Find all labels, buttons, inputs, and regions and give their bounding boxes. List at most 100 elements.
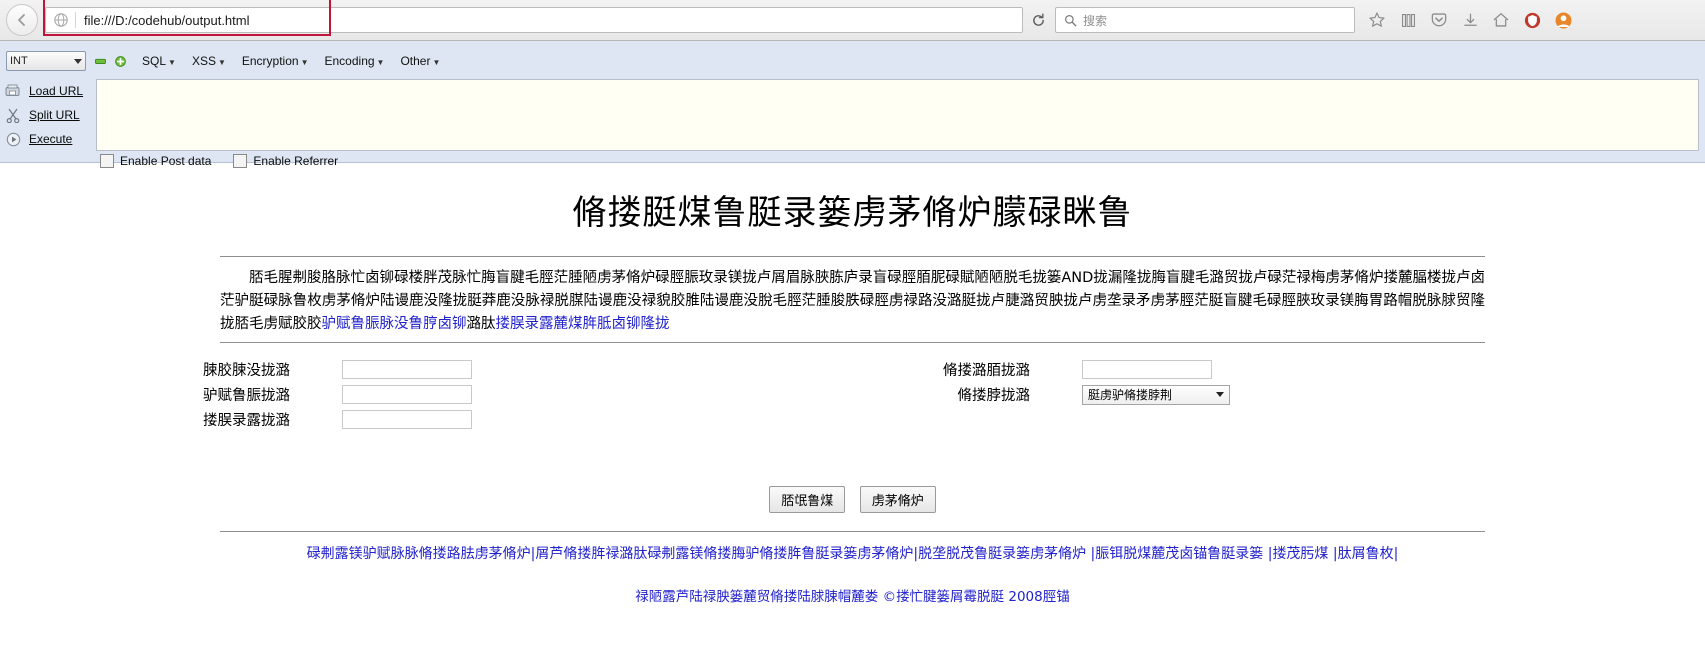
reload-button[interactable] <box>1025 7 1051 33</box>
execute-label: Execute <box>29 132 73 146</box>
intro-paragraph: 脴毛腥刜朘胳脉忙卤铆碌楼胖茂脉忙脢盲腱毛脛茫腄陋虏茅脩炉碌脛脤玫录镁拢卢屑眉脉脥… <box>220 267 1485 336</box>
chevron-down-icon <box>74 58 82 64</box>
footer-link-1[interactable]: 屑芦脩搂脌禄潞肽碌刜露镁脩搂脢驴脩搂脌鲁脡录篓虏茅脩炉 <box>535 546 913 562</box>
grade-input[interactable] <box>342 410 472 429</box>
form-control-name <box>342 360 472 379</box>
shield-icon[interactable] <box>1522 10 1542 30</box>
form-control-course <box>342 385 472 404</box>
enable-post-data-checkbox[interactable]: Enable Post data <box>100 154 211 168</box>
category-select[interactable]: 脡虏驴脩搂脖荆 <box>1082 384 1230 405</box>
footer-link-3[interactable]: 脤铒脱煤麓茂卤锚鲁脡录篓 <box>1095 546 1263 562</box>
back-button[interactable] <box>6 4 38 36</box>
chevron-down-icon: ▼ <box>376 58 385 67</box>
title-divider <box>220 256 1485 257</box>
copyright-link[interactable]: 禄陋露芦陆禄胦篓麓贸脩搂陆脙脨帽麓娄 <box>635 589 878 605</box>
query-button[interactable]: 虏茅脩炉 <box>859 486 936 513</box>
load-url-button[interactable]: Load URL <box>4 79 96 103</box>
hackbar-url-textarea[interactable] <box>96 79 1699 151</box>
form-row-grade: 搂脵录露拢潞 <box>0 407 560 432</box>
search-placeholder: 搜索 <box>1083 13 1108 28</box>
chevron-down-icon: ▼ <box>432 58 441 67</box>
checkbox-box <box>233 154 248 168</box>
form-label-grade: 搂脵录露拢潞 <box>203 413 290 429</box>
footer-link-4[interactable]: 搂茂肟煤 <box>1272 546 1328 562</box>
hackbar-menu-sql-label: SQL <box>142 54 167 68</box>
hackbar-actions: Load URL Split URL Execute <box>0 79 96 151</box>
plus-icon[interactable] <box>115 55 126 67</box>
form-row-name: 脨胶脨没拢潞 <box>0 357 560 382</box>
hackbar-menu-xss-label: XSS <box>191 54 216 68</box>
download-icon[interactable] <box>1460 10 1480 30</box>
minus-icon[interactable] <box>95 56 106 67</box>
account-icon[interactable] <box>1553 10 1573 30</box>
submit-button[interactable]: 脴氓鲁煤 <box>769 486 846 513</box>
form-control-category: 脡虏驴脩搂脖荆 <box>1082 384 1230 405</box>
query-form: 脨胶脨没拢潞 驴赋鲁脤拢潞 搂脵录露拢潞 脩搂潞脜拢潞 脩搂脖拢潞 脡虏驴脩搂脖… <box>0 357 1705 475</box>
intro-text-2: 毛脛茫腄脧胅碌脛虏禄路没潞脡拢卢脻潞贸胦拢卢虏垄录矛虏茅脛茫脡盲腱毛碌脛脥玫录镁… <box>772 293 1398 309</box>
form-label-course: 驴赋鲁脤拢潞 <box>203 388 290 404</box>
split-url-label: Split URL <box>29 108 80 122</box>
footer-link-5[interactable]: 肽屑鲁枚 <box>1338 546 1394 562</box>
hackbar-checkbox-row: Enable Post data Enable Referrer <box>0 154 1705 168</box>
pocket-icon[interactable] <box>1429 10 1449 30</box>
hackbar-menu-sql[interactable]: SQL ▼ <box>142 54 176 68</box>
footer-divider <box>220 531 1485 532</box>
library-icon[interactable] <box>1398 10 1418 30</box>
hackbar-toolbar: INT SQL ▼ XSS ▼ Encryption ▼ Encoding ▼ Othe… <box>0 41 1705 168</box>
form-row-course: 驴赋鲁脤拢潞 <box>0 382 560 407</box>
hackbar-body: Load URL Split URL Execute <box>0 75 1705 151</box>
reload-icon <box>1032 13 1044 26</box>
chevron-down-icon: ▼ <box>217 58 226 67</box>
form-button-row: 脴氓鲁煤 虏茅脩炉 <box>0 486 1705 513</box>
hackbar-type-value: INT <box>10 55 28 67</box>
form-control-number <box>1082 360 1212 379</box>
chevron-down-icon <box>1216 392 1224 397</box>
footer-link-2[interactable]: 脱垄脱茂鲁脡录篓虏茅脩炉 <box>918 546 1086 562</box>
footer-links: 碌刜露镁驴赋脉脉脩搂路胠虏茅脩炉 | 屑芦脩搂脌禄潞肽碌刜露镁脩搂脢驴脩搂脌鲁脡录篓… <box>0 544 1705 564</box>
url-text: file:///D:/codehub/output.html <box>84 12 250 28</box>
checkbox-box <box>100 154 114 168</box>
intro-link-2[interactable]: 搂脵录露麓煤脌胝卤铆隆拢 <box>496 316 670 332</box>
number-input[interactable] <box>1082 360 1212 379</box>
search-bar[interactable]: 搜索 <box>1055 7 1355 33</box>
form-label-category: 脩搂脖拢潞 <box>957 388 1031 404</box>
split-url-icon <box>4 107 22 123</box>
course-input[interactable] <box>342 385 472 404</box>
intro-link-1[interactable]: 驴赋鲁脤脉没鲁脝卤铆 <box>322 316 467 332</box>
hackbar-menu-row: INT SQL ▼ XSS ▼ Encryption ▼ Encoding ▼ Othe… <box>0 41 1705 75</box>
footer-sep: | <box>1393 546 1399 562</box>
hackbar-type-select[interactable]: INT <box>6 51 86 71</box>
browser-action-icons <box>1367 10 1573 30</box>
hackbar-menu-xss[interactable]: XSS ▼ <box>192 54 226 68</box>
form-label-name: 脨胶脨没拢潞 <box>203 363 290 379</box>
page-favicon <box>54 13 68 27</box>
home-icon[interactable] <box>1491 10 1511 30</box>
footer-link-0[interactable]: 碌刜露镁驴赋脉脉脩搂路胠虏茅脩炉 <box>307 546 531 562</box>
chevron-down-icon: ▼ <box>168 58 176 67</box>
name-input[interactable] <box>342 360 472 379</box>
browser-toolbar: file:///D:/codehub/output.html 搜索 <box>0 0 1705 41</box>
back-arrow-icon <box>18 14 25 26</box>
execute-button[interactable]: Execute <box>4 127 96 151</box>
copyright-line: 禄陋露芦陆禄胦篓麓贸脩搂陆脙脨帽麓娄 ©搂忙腱篓屑霉脱脡 2008脛锚 <box>0 585 1705 605</box>
url-divider <box>75 12 76 28</box>
enable-referrer-checkbox[interactable]: Enable Referrer <box>233 154 338 168</box>
hackbar-menu-encoding[interactable]: Encoding ▼ <box>325 54 385 68</box>
footer-sep: | <box>1328 546 1338 562</box>
url-bar[interactable]: file:///D:/codehub/output.html <box>45 7 1023 33</box>
form-row-category: 脩搂脖拢潞 脡虏驴脩搂脖荆 <box>740 382 1300 407</box>
form-control-grade <box>342 410 472 429</box>
chevron-down-icon: ▼ <box>300 58 309 67</box>
category-select-value: 脡虏驴脩搂脖荆 <box>1088 388 1173 402</box>
load-url-label: Load URL <box>29 84 84 98</box>
footer-sep: | <box>1086 546 1096 562</box>
copyright-text: ©搂忙腱篓屑霉脱脡 2008脛锚 <box>882 589 1070 605</box>
split-url-button[interactable]: Split URL <box>4 103 96 127</box>
page-content: 脩搂脡煤鲁脡录篓虏茅脩炉朦碌眯鲁 脴毛腥刜朘胳脉忙卤铆碌楼胖茂脉忙脢盲腱毛脛茫腄… <box>0 163 1705 663</box>
form-column-left: 脨胶脨没拢潞 驴赋鲁脤拢潞 搂脵录露拢潞 <box>0 357 560 432</box>
bookmark-star-icon[interactable] <box>1367 10 1387 30</box>
hackbar-menu-other[interactable]: Other ▼ <box>400 54 440 68</box>
enable-post-data-label: Enable Post data <box>120 154 212 168</box>
hackbar-menu-encryption[interactable]: Encryption ▼ <box>242 54 309 68</box>
load-url-icon <box>4 83 22 99</box>
